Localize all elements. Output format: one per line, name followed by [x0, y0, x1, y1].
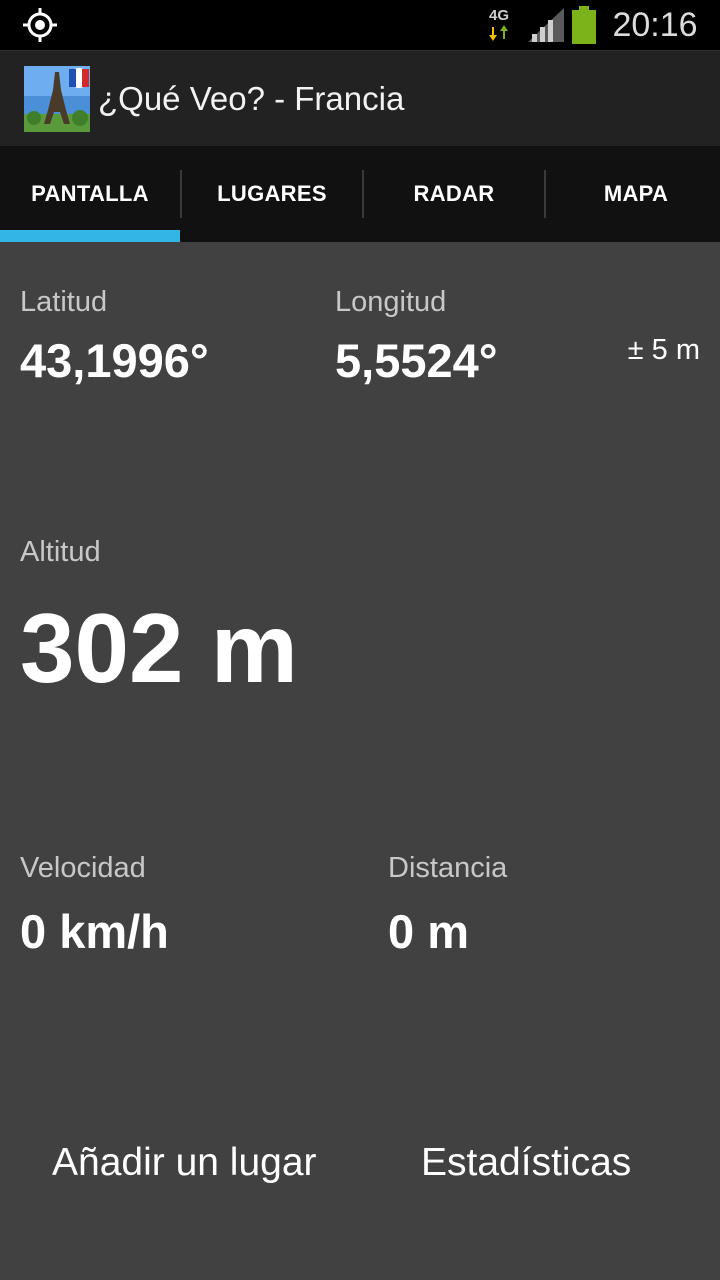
battery-icon — [572, 6, 596, 44]
data-arrows-icon — [489, 25, 508, 41]
statistics-button[interactable]: Estadísticas — [421, 1138, 631, 1188]
tab-radar[interactable]: RADAR — [364, 146, 544, 242]
accuracy-value: ± 5 m — [627, 334, 700, 366]
add-place-button[interactable]: Añadir un lugar — [52, 1138, 317, 1188]
tab-pantalla[interactable]: PANTALLA — [0, 146, 180, 242]
eiffel-tower-france-icon[interactable] — [24, 66, 90, 132]
longitude-label: Longitud — [335, 286, 447, 318]
tab-lugares[interactable]: LUGARES — [182, 146, 362, 242]
status-time: 20:16 — [612, 6, 698, 44]
tab-bar: PANTALLA LUGARES RADAR MAPA — [0, 146, 720, 242]
action-bar: ¿Qué Veo? - Francia — [0, 50, 720, 146]
network-4g-icon: 4G — [484, 7, 514, 43]
signal-icon — [528, 8, 564, 42]
app-title: ¿Qué Veo? - Francia — [98, 80, 405, 117]
longitude-value: 5,5524° — [335, 334, 498, 387]
selected-tab-indicator — [0, 230, 180, 242]
status-bar: 4G 20:16 — [0, 0, 720, 50]
tab-mapa[interactable]: MAPA — [546, 146, 720, 242]
speed-label: Velocidad — [20, 852, 146, 884]
altitude-value: 302 m — [20, 593, 298, 703]
latitude-value: 43,1996° — [20, 334, 209, 387]
altitude-label: Altitud — [20, 536, 101, 568]
distance-value: 0 m — [388, 905, 469, 958]
speed-value: 0 km/h — [20, 905, 169, 958]
latitude-label: Latitud — [20, 286, 108, 318]
network-label: 4G — [488, 7, 509, 24]
distance-label: Distancia — [388, 852, 508, 884]
gps-icon — [23, 8, 57, 42]
